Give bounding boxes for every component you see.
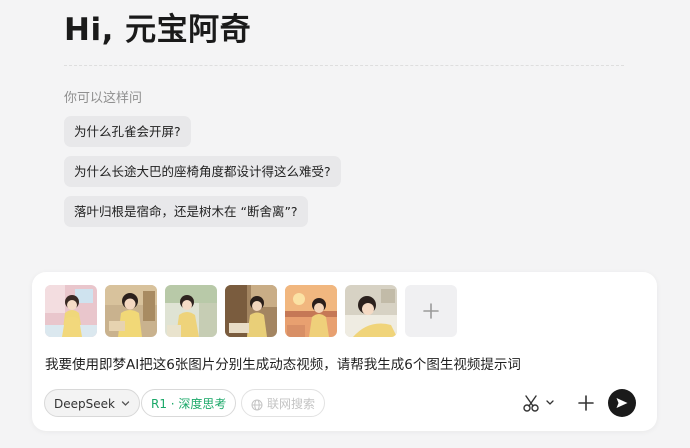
- send-icon: [616, 398, 628, 408]
- attached-image-thumb[interactable]: [165, 285, 217, 337]
- attached-image-thumb[interactable]: [225, 285, 277, 337]
- model-label: DeepSeek: [54, 397, 115, 411]
- attached-image-thumb[interactable]: [285, 285, 337, 337]
- plus-icon: [423, 303, 439, 319]
- attached-image-thumb[interactable]: [45, 285, 97, 337]
- web-search-toggle[interactable]: 联网搜索: [241, 389, 326, 417]
- suggestion-item[interactable]: 落叶归根是宿命，还是树木在 “断舍离”?: [64, 196, 308, 227]
- plus-icon: [578, 395, 594, 411]
- suggestion-item[interactable]: 为什么长途大巴的座椅角度都设计得这么难受?: [64, 156, 341, 187]
- chat-composer: 我要使用即梦AI把这6张图片分别生成动态视频，请帮我生成6个图生视频提示词 De…: [32, 272, 657, 431]
- prompt-input[interactable]: 我要使用即梦AI把这6张图片分别生成动态视频，请帮我生成6个图生视频提示词: [45, 353, 645, 373]
- web-search-label: 联网搜索: [267, 397, 316, 411]
- scissors-tool-button[interactable]: [522, 392, 554, 414]
- more-options-button[interactable]: [576, 393, 596, 413]
- chevron-down-icon: [121, 401, 130, 406]
- suggestion-item[interactable]: 为什么孔雀会开屏?: [64, 116, 191, 147]
- scissors-icon: [523, 395, 554, 412]
- attached-image-thumb[interactable]: [105, 285, 157, 337]
- model-selector[interactable]: DeepSeek: [44, 389, 140, 417]
- globe-icon: [251, 399, 263, 410]
- greeting-title: Hi, 元宝阿奇: [64, 12, 252, 48]
- attached-image-thumb[interactable]: [345, 285, 397, 337]
- send-button[interactable]: [608, 389, 636, 417]
- add-image-button[interactable]: [405, 285, 457, 337]
- suggestion-hint: 你可以这样问: [64, 91, 143, 106]
- divider: [64, 65, 624, 66]
- deep-think-toggle[interactable]: R1 · 深度思考: [141, 389, 237, 417]
